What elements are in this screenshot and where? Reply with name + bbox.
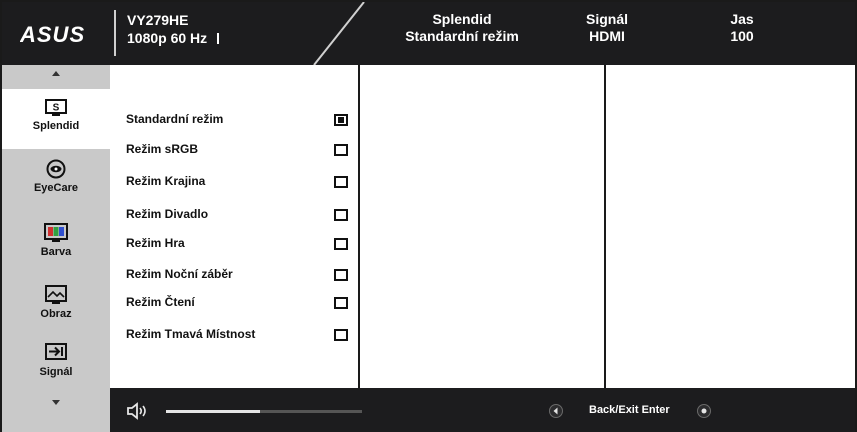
header-diagonal-divider [313,2,365,65]
info-signal: Signál HDMI [567,11,647,45]
option-label: Režim Hra [126,236,185,250]
option-standard[interactable]: Standardní režim [110,109,358,131]
resolution-marker [217,33,220,44]
key-left-icon [549,404,563,418]
splendid-icon: S [45,99,67,116]
sidebar: S Splendid EyeCare Barva Obraz Signál [2,65,110,407]
option-checkbox[interactable] [334,176,348,188]
option-game[interactable]: Režim Hra [110,233,358,255]
option-checkbox[interactable] [334,238,348,250]
option-checkbox[interactable] [334,269,348,281]
option-label: Režim Krajina [126,174,206,188]
sidebar-item-label: Signál [39,366,73,378]
header-bar: ASUS VY279HE 1080p 60 Hz Splendid Standa… [2,2,855,65]
submenu-panel-3 [606,65,855,388]
option-reading[interactable]: Režim Čtení [110,292,358,314]
sidebar-item-label: Obraz [40,308,72,320]
color-icon [44,223,68,242]
speaker-icon [127,402,146,420]
info-signal-value: HDMI [589,28,625,44]
splendid-mode-list: Standardní režim Režim sRGB Režim Krajin… [110,65,360,388]
footer-left-block [2,388,110,432]
option-srgb[interactable]: Režim sRGB [110,139,358,161]
sidebar-item-splendid[interactable]: S Splendid [2,89,110,149]
option-label: Režim sRGB [126,142,199,156]
resolution-text: 1080p 60 Hz [127,30,208,46]
input-signal-icon [45,343,67,360]
option-checkbox[interactable] [334,114,348,126]
submenu-panel-2 [360,65,606,388]
info-brightness-value: 100 [730,28,754,44]
info-splendid: Splendid Standardní režim [387,11,537,45]
resolution-readout: 1080p 60 Hz [127,30,220,47]
help-text: Back/Exit Enter [589,404,670,416]
model-name: VY279HE [127,12,189,28]
info-brightness: Jas 100 [702,11,782,45]
option-label: Režim Tmavá Místnost [126,327,256,341]
svg-text:ASUS: ASUS [20,22,85,46]
option-label: Standardní režim [126,112,224,126]
image-icon [45,285,67,304]
key-enter-icon [697,404,711,418]
option-dark-room[interactable]: Režim Tmavá Místnost [110,324,358,346]
info-brightness-title: Jas [730,11,754,27]
osd-menu: ASUS VY279HE 1080p 60 Hz Splendid Standa… [0,0,857,432]
option-landscape[interactable]: Režim Krajina [110,171,358,193]
svg-text:S: S [53,103,60,114]
sidebar-item-label: Splendid [32,120,80,132]
sidebar-item-color[interactable]: Barva [2,215,110,275]
footer-bar: Back/Exit Enter [2,388,855,432]
sidebar-item-label: Barva [40,246,72,258]
option-night-view[interactable]: Režim Noční záběr [110,264,358,286]
option-theater[interactable]: Režim Divadlo [110,204,358,226]
info-splendid-value: Standardní režim [405,28,519,44]
info-splendid-title: Splendid [432,11,492,27]
info-signal-title: Signál [585,11,628,27]
option-checkbox[interactable] [334,297,348,309]
sidebar-item-signal[interactable]: Signál [2,337,110,389]
option-checkbox[interactable] [334,209,348,221]
sidebar-item-label: EyeCare [33,182,79,194]
volume-slider-fill [166,410,261,413]
option-label: Režim Divadlo [126,207,209,221]
sidebar-item-eyecare[interactable]: EyeCare [2,151,110,211]
eyecare-icon [46,159,66,179]
asus-logo: ASUS [20,22,85,46]
scroll-up-icon[interactable] [52,71,60,76]
sidebar-item-image[interactable]: Obraz [2,277,110,337]
option-label: Režim Čtení [126,295,195,309]
logo-divider [114,10,116,56]
option-checkbox[interactable] [334,144,348,156]
option-checkbox[interactable] [334,329,348,341]
volume-slider[interactable] [166,410,362,413]
scroll-down-icon[interactable] [52,400,60,405]
option-label: Režim Noční záběr [126,267,233,281]
